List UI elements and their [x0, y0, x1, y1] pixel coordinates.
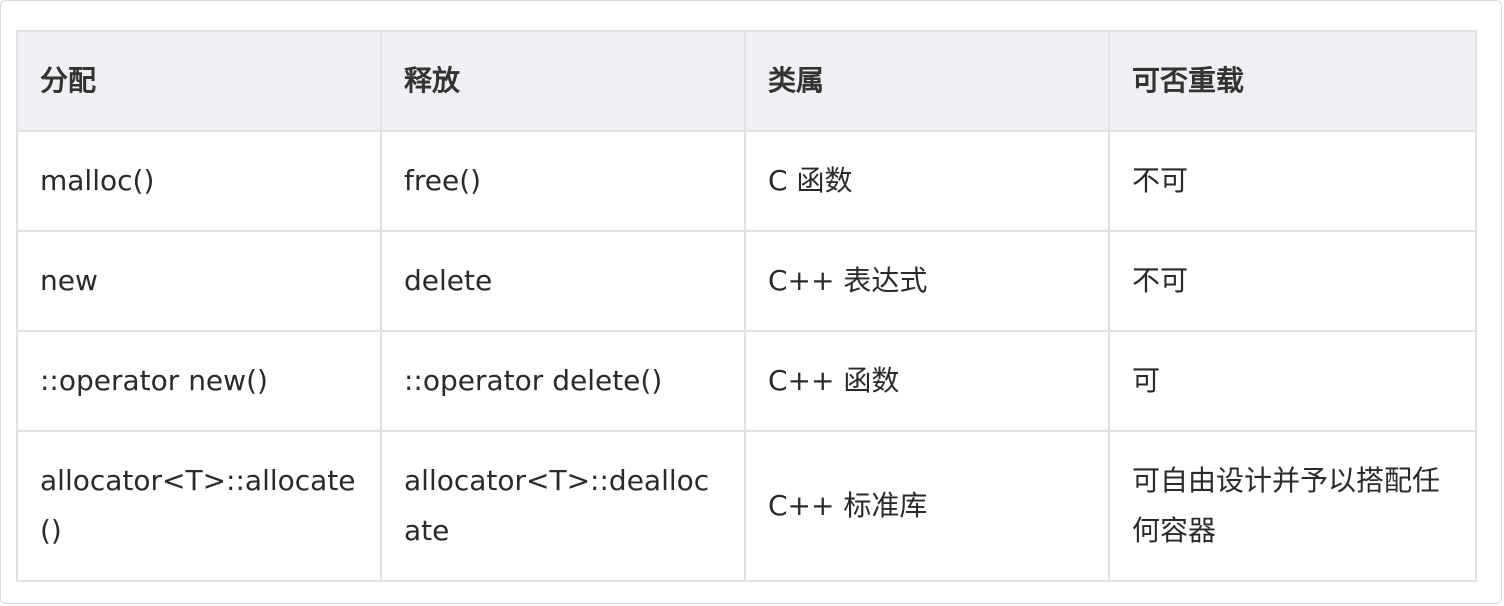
cell-release: allocator<T>::deallocate — [380, 430, 746, 582]
header-overloadable: 可否重载 — [1108, 30, 1477, 132]
table-row: allocator<T>::allocate() allocator<T>::d… — [16, 430, 1477, 582]
cell-category: C++ 函数 — [744, 330, 1110, 432]
cell-allocate: new — [16, 230, 382, 332]
cell-release: delete — [380, 230, 746, 332]
table-row: malloc() free() C 函数 不可 — [16, 130, 1477, 232]
header-category: 类属 — [744, 30, 1110, 132]
cell-allocate: ::operator new() — [16, 330, 382, 432]
table-header-row: 分配 释放 类属 可否重载 — [16, 30, 1477, 132]
header-allocate: 分配 — [16, 30, 382, 132]
cell-category: C 函数 — [744, 130, 1110, 232]
cell-allocate: malloc() — [16, 130, 382, 232]
cell-overloadable: 不可 — [1108, 230, 1477, 332]
memory-allocation-table: 分配 释放 类属 可否重载 malloc() free() C 函数 不可 ne… — [16, 30, 1477, 582]
cell-overloadable: 可自由设计并予以搭配任何容器 — [1108, 430, 1477, 582]
cell-overloadable: 可 — [1108, 330, 1477, 432]
cell-allocate: allocator<T>::allocate() — [16, 430, 382, 582]
table-body: malloc() free() C 函数 不可 new delete C++ 表… — [16, 130, 1477, 582]
table-row: ::operator new() ::operator delete() C++… — [16, 330, 1477, 432]
cell-release: free() — [380, 130, 746, 232]
cell-overloadable: 不可 — [1108, 130, 1477, 232]
cell-release: ::operator delete() — [380, 330, 746, 432]
screenshot-frame: 分配 释放 类属 可否重载 malloc() free() C 函数 不可 ne… — [0, 0, 1502, 604]
cell-category: C++ 表达式 — [744, 230, 1110, 332]
cell-category: C++ 标准库 — [744, 430, 1110, 582]
header-release: 释放 — [380, 30, 746, 132]
table-row: new delete C++ 表达式 不可 — [16, 230, 1477, 332]
table-header: 分配 释放 类属 可否重载 — [16, 30, 1477, 132]
